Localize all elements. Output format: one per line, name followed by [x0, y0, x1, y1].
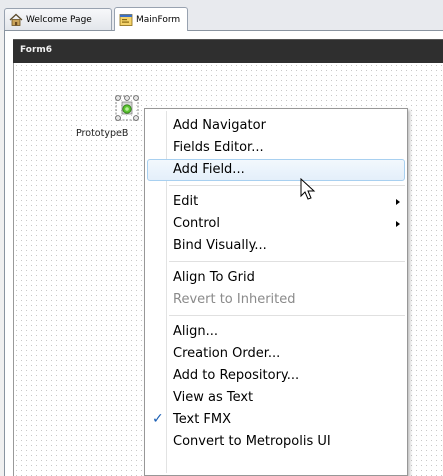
context-menu: Add Navigator Fields Editor... Add Field… [144, 108, 408, 476]
menu-item-label: Convert to Metropolis UI [173, 434, 331, 449]
menu-item-view-as-text[interactable]: View as Text [147, 387, 405, 409]
menu-item-label: Add Navigator [173, 118, 266, 133]
menu-item-revert-to-inherited: Revert to Inherited [147, 289, 405, 311]
tab-welcome-page[interactable]: Welcome Page [4, 8, 112, 30]
form-designer-icon [119, 13, 133, 27]
menu-item-edit[interactable]: Edit [147, 191, 405, 213]
home-page-icon [9, 13, 23, 27]
menu-separator [169, 315, 405, 316]
menu-item-add-field[interactable]: Add Field... [147, 159, 405, 181]
menu-separator [169, 261, 405, 262]
tab-label: MainForm [136, 14, 181, 25]
menu-item-convert-to-metropolis-ui[interactable]: Convert to Metropolis UI [147, 431, 405, 453]
menu-item-label: Fields Editor... [173, 140, 264, 155]
menu-item-label: Control [173, 216, 220, 231]
editor-tab-strip: Welcome Page MainForm [0, 0, 443, 31]
menu-item-align-to-grid[interactable]: Align To Grid [147, 267, 405, 289]
mouse-pointer-icon [300, 178, 316, 200]
menu-item-label: View as Text [173, 390, 254, 405]
menu-item-label: Revert to Inherited [173, 292, 296, 307]
checkmark-icon: ✓ [152, 411, 164, 427]
menu-separator [169, 185, 405, 186]
menu-item-label: Align To Grid [173, 270, 255, 285]
form-title-bar[interactable]: Form6 [13, 39, 443, 63]
prototype-bind-source-icon [115, 95, 139, 121]
submenu-arrow-icon [396, 199, 400, 205]
menu-item-label: Add to Repository... [173, 368, 300, 383]
menu-item-label: Creation Order... [173, 346, 281, 361]
menu-item-text-fmx[interactable]: ✓ Text FMX [147, 409, 405, 431]
tab-mainform[interactable]: MainForm [114, 7, 188, 31]
menu-item-label: Bind Visually... [173, 238, 267, 253]
menu-item-fields-editor[interactable]: Fields Editor... [147, 137, 405, 159]
menu-item-label: Text FMX [173, 412, 232, 427]
menu-item-add-to-repository[interactable]: Add to Repository... [147, 365, 405, 387]
form-title: Form6 [20, 45, 53, 55]
menu-item-align[interactable]: Align... [147, 321, 405, 343]
component-name-label: PrototypeB [76, 128, 129, 139]
menu-item-bind-visually[interactable]: Bind Visually... [147, 235, 405, 257]
menu-item-label: Edit [173, 194, 199, 209]
menu-item-control[interactable]: Control [147, 213, 405, 235]
menu-item-label: Add Field... [173, 162, 245, 177]
tab-label: Welcome Page [26, 14, 92, 25]
submenu-arrow-icon [396, 221, 400, 227]
menu-item-add-navigator[interactable]: Add Navigator [147, 115, 405, 137]
prototype-bind-source-component[interactable] [108, 93, 148, 127]
menu-item-label: Align... [173, 324, 219, 339]
menu-item-creation-order[interactable]: Creation Order... [147, 343, 405, 365]
